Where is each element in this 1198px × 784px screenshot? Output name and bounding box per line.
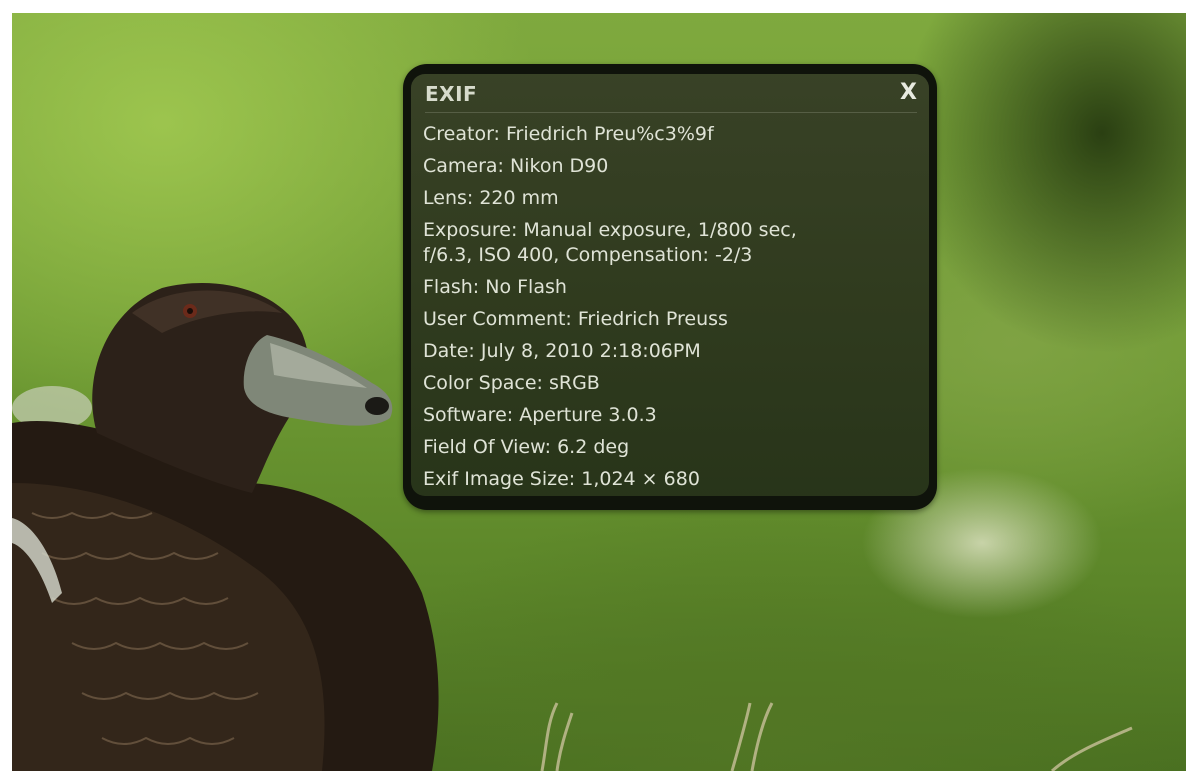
close-button[interactable]: X bbox=[900, 81, 917, 105]
exif-user-comment: User Comment: Friedrich Preuss bbox=[423, 308, 728, 330]
exif-date: Date: July 8, 2010 2:18:06PM bbox=[423, 340, 701, 362]
exif-software: Software: Aperture 3.0.3 bbox=[423, 404, 657, 426]
exif-panel: EXIF X Creator: Friedrich Preu%c3%9f Cam… bbox=[403, 64, 937, 510]
exif-field-of-view: Field Of View: 6.2 deg bbox=[423, 436, 630, 458]
exif-creator: Creator: Friedrich Preu%c3%9f bbox=[423, 123, 714, 145]
exif-camera: Camera: Nikon D90 bbox=[423, 155, 609, 177]
exif-color-space: Color Space: sRGB bbox=[423, 372, 600, 394]
exif-flash: Flash: No Flash bbox=[423, 276, 567, 298]
exif-exposure: Exposure: Manual exposure, 1/800 sec, f/… bbox=[423, 219, 797, 266]
exif-header: EXIF X bbox=[425, 81, 917, 113]
panel-title: EXIF bbox=[425, 82, 478, 106]
exif-list: Creator: Friedrich Preu%c3%9f Camera: Ni… bbox=[423, 122, 919, 499]
exif-lens: Lens: 220 mm bbox=[423, 187, 559, 209]
exif-image-size: Exif Image Size: 1,024 × 680 bbox=[423, 468, 700, 490]
